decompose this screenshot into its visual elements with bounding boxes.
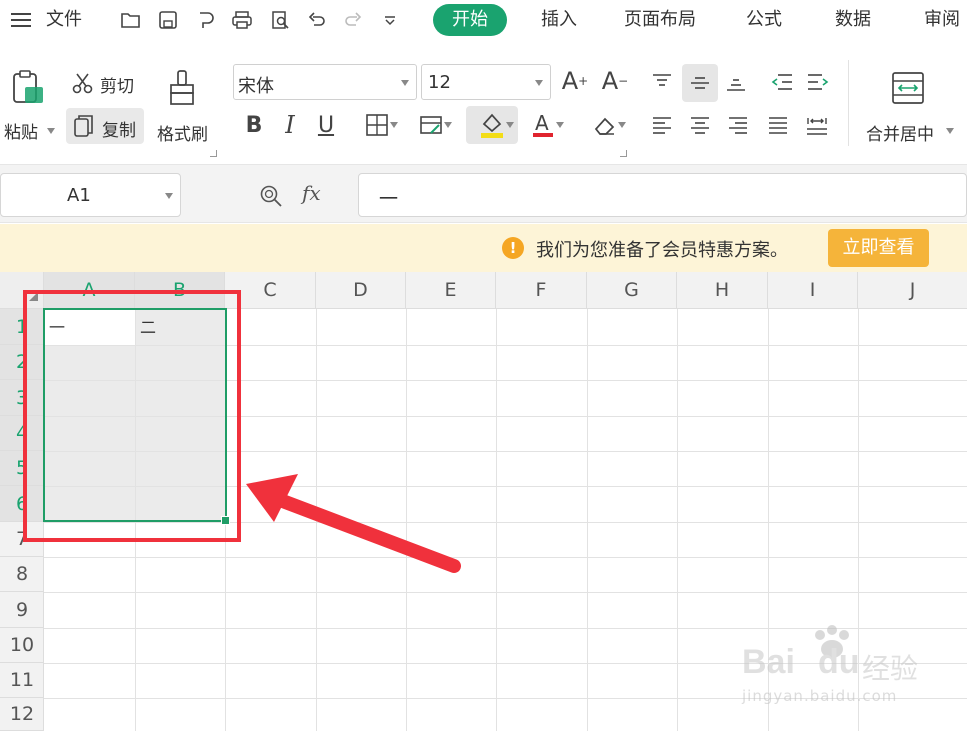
clear-format-icon[interactable]: [582, 108, 628, 142]
column-header-d[interactable]: D: [316, 272, 406, 309]
clipboard-launcher-icon[interactable]: [210, 150, 217, 157]
grid-line: [44, 557, 967, 558]
print-preview-icon[interactable]: [267, 8, 293, 32]
quick-access-more-icon[interactable]: [378, 8, 402, 32]
watermark-cn: 经验: [862, 652, 919, 685]
increase-indent-icon[interactable]: [802, 66, 834, 98]
column-header-j[interactable]: J: [858, 272, 967, 309]
underline-icon[interactable]: U: [312, 108, 340, 142]
grid-line: [44, 592, 967, 593]
watermark-url: jingyan.baidu.com: [742, 687, 898, 705]
merge-cells-icon: [888, 68, 928, 108]
align-top-icon[interactable]: [646, 66, 678, 98]
annotation-highlight-box: [23, 290, 241, 542]
save-icon[interactable]: [155, 8, 181, 32]
ribbon: 粘贴 剪切 复制 格式刷 宋体 12 A + A − B I U A 合并居中: [0, 42, 967, 165]
align-middle-icon[interactable]: [682, 64, 718, 102]
print-icon[interactable]: [229, 8, 255, 32]
undo-icon[interactable]: [304, 8, 330, 32]
align-right-icon[interactable]: [722, 108, 754, 142]
align-bottom-icon[interactable]: [720, 66, 752, 98]
fx-icon[interactable]: fx: [302, 181, 321, 205]
notice-bar: ! 我们为您准备了会员特惠方案。 立即查看: [0, 224, 967, 272]
baidu-watermark: Bai du 经验 jingyan.baidu.com: [742, 625, 962, 715]
formula-value: 一: [379, 188, 399, 210]
font-name-value: 宋体: [238, 76, 274, 97]
watermark-brand: Bai: [742, 643, 795, 681]
format-painter-button[interactable]: 格式刷: [154, 66, 214, 146]
paste-button[interactable]: 粘贴: [4, 66, 58, 146]
cut-button[interactable]: 剪切: [68, 68, 148, 98]
row-header-9[interactable]: 9: [0, 592, 44, 628]
font-color-button[interactable]: A: [522, 108, 566, 142]
menu-bar: 文件 开始 插入 页面布局 公式 数据 审阅: [0, 0, 967, 42]
view-now-button[interactable]: 立即查看: [828, 229, 929, 267]
paste-icon: [10, 68, 46, 108]
formula-bar: A1 fx 一: [0, 165, 967, 223]
grid-line: [677, 309, 678, 731]
borders-icon[interactable]: [356, 110, 400, 140]
grid-line: [496, 309, 497, 731]
grid-line: [587, 309, 588, 731]
decrease-font-icon[interactable]: A −: [600, 64, 630, 98]
merge-center-button[interactable]: 合并居中: [862, 66, 962, 146]
formula-input[interactable]: 一: [358, 173, 967, 217]
row-header-12[interactable]: 12: [0, 698, 44, 731]
align-left-icon[interactable]: [646, 108, 678, 142]
column-header-f[interactable]: F: [496, 272, 587, 309]
row-header-11[interactable]: 11: [0, 663, 44, 698]
tab-insert[interactable]: 插入: [541, 4, 577, 36]
decrease-indent-icon[interactable]: [766, 66, 798, 98]
tab-formulas[interactable]: 公式: [746, 4, 782, 36]
bold-icon[interactable]: B: [240, 108, 268, 142]
align-center-icon[interactable]: [684, 108, 716, 142]
hamburger-menu-icon[interactable]: [8, 8, 34, 32]
column-header-e[interactable]: E: [406, 272, 496, 309]
column-header-h[interactable]: H: [677, 272, 768, 309]
fill-color-button[interactable]: [466, 106, 518, 144]
italic-icon[interactable]: I: [276, 108, 304, 142]
ribbon-divider: [848, 60, 849, 146]
row-header-10[interactable]: 10: [0, 628, 44, 663]
font-size-value: 12: [428, 72, 451, 93]
cell-format-icon[interactable]: [410, 110, 454, 140]
annotation-arrow-icon: [246, 474, 461, 573]
copy-button[interactable]: 复制: [66, 108, 144, 144]
export-icon[interactable]: [193, 8, 219, 32]
find-zoom-icon[interactable]: [256, 181, 286, 211]
copy-icon: [72, 113, 96, 139]
watermark-brand-tail: du: [818, 643, 860, 681]
row-header-8[interactable]: 8: [0, 557, 44, 592]
font-size-select[interactable]: 12: [421, 64, 551, 100]
column-header-g[interactable]: G: [587, 272, 677, 309]
name-box-value: A1: [67, 185, 91, 206]
svg-text:A: A: [535, 111, 549, 135]
increase-font-icon[interactable]: A +: [560, 64, 590, 98]
tab-review[interactable]: 审阅: [924, 4, 960, 36]
tab-page-layout[interactable]: 页面布局: [624, 4, 696, 36]
menu-file[interactable]: 文件: [46, 4, 82, 36]
name-box[interactable]: A1: [0, 173, 181, 217]
font-launcher-icon[interactable]: [620, 150, 627, 157]
scissors-icon: [70, 70, 96, 96]
open-icon[interactable]: [118, 8, 144, 32]
warning-icon: !: [502, 237, 524, 259]
distribute-icon[interactable]: [800, 108, 834, 142]
tab-data[interactable]: 数据: [835, 4, 871, 36]
column-header-i[interactable]: I: [768, 272, 858, 309]
brush-icon: [164, 68, 200, 108]
redo-icon[interactable]: [340, 8, 366, 32]
font-name-select[interactable]: 宋体: [233, 64, 417, 100]
notice-text: 我们为您准备了会员特惠方案。: [536, 240, 788, 261]
tab-home[interactable]: 开始: [433, 4, 507, 36]
justify-icon[interactable]: [762, 108, 794, 142]
